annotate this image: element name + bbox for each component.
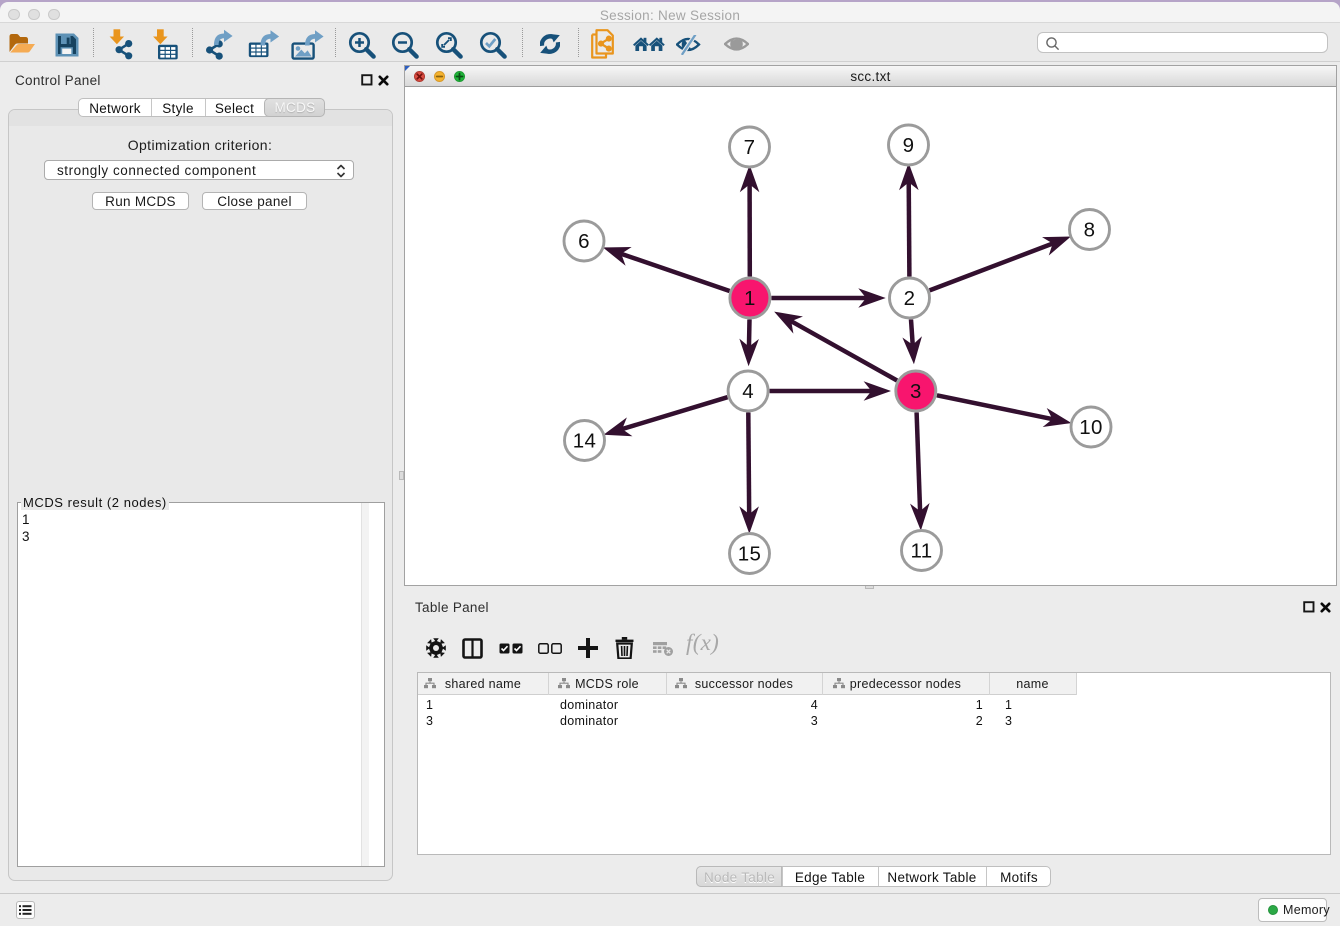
- svg-text:11: 11: [911, 540, 933, 563]
- svg-text:7: 7: [744, 136, 756, 159]
- svg-text:1: 1: [744, 287, 756, 310]
- svg-text:9: 9: [903, 134, 915, 157]
- svg-text:10: 10: [1079, 416, 1102, 439]
- svg-text:3: 3: [910, 380, 922, 403]
- svg-text:8: 8: [1084, 219, 1096, 242]
- svg-text:2: 2: [904, 287, 916, 310]
- svg-text:14: 14: [573, 430, 596, 453]
- svg-text:6: 6: [578, 230, 590, 253]
- svg-text:4: 4: [742, 380, 754, 403]
- svg-text:15: 15: [738, 543, 761, 566]
